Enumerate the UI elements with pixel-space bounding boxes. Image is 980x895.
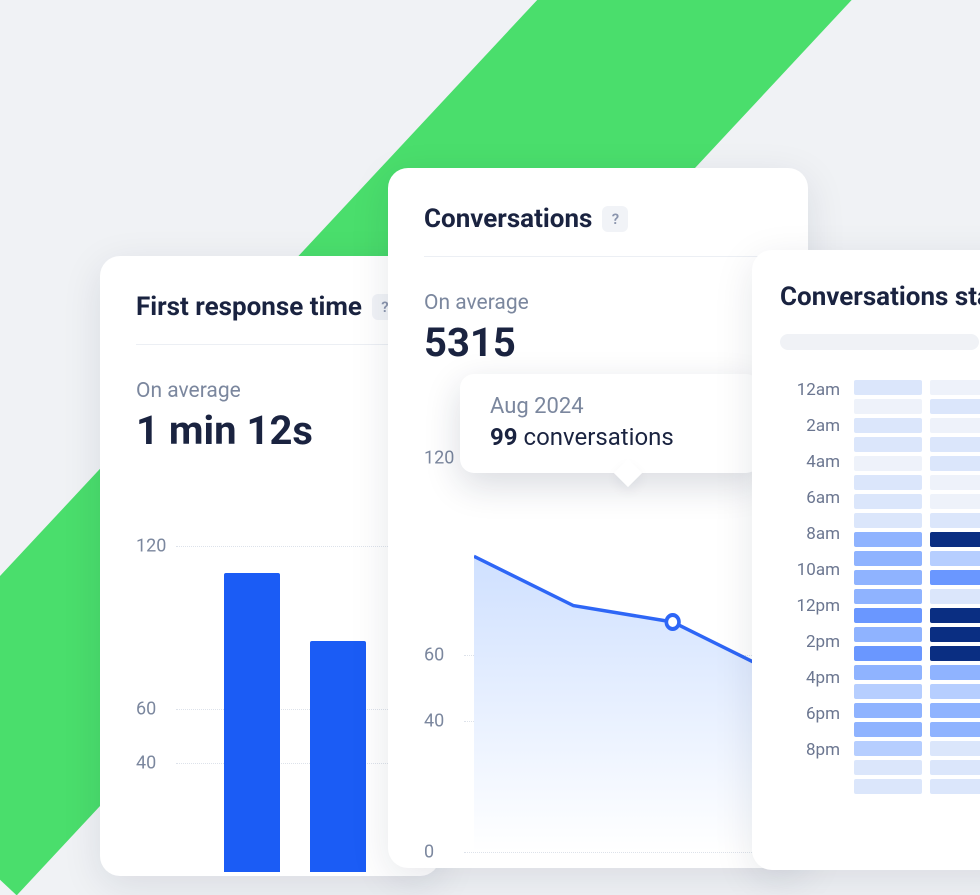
heatmap-cell[interactable] [854,513,922,528]
heatmap-cell[interactable] [930,589,980,604]
heatmap-cell[interactable] [930,532,980,547]
heatmap-time-label: 2am [806,416,840,436]
heatmap-cell[interactable] [930,437,980,452]
heatmap-cell[interactable] [854,608,922,623]
heatmap-cell[interactable] [854,741,922,756]
bars [176,492,404,872]
heatmap-cell[interactable] [854,570,922,585]
heatmap-cell[interactable] [854,437,922,452]
heatmap-time-label: 4am [806,452,840,472]
title-text: Conversations sta [780,282,980,312]
card-title: Conversations ? [424,204,772,234]
heatmap-cell[interactable] [854,646,922,661]
heatmap-cell[interactable] [854,589,922,604]
heatmap-cell[interactable] [854,475,922,490]
heatmap-cell[interactable] [854,722,922,737]
heatmap-column [854,380,922,794]
heatmap-cell[interactable] [930,494,980,509]
card-title: Conversations sta [780,282,980,312]
heatmap-time-label: 8pm [806,740,840,760]
heatmap-cell[interactable] [930,551,980,566]
heatmap-cell[interactable] [930,760,980,775]
heatmap-cell[interactable] [930,627,980,642]
heatmap-time-label: 6pm [806,704,840,724]
y-tick: 40 [136,753,156,774]
heatmap-cell[interactable] [930,570,980,585]
heatmap-time-label: 4pm [806,668,840,688]
gridline [464,852,772,853]
bar[interactable] [224,573,280,872]
title-text: Conversations [424,204,592,234]
bar[interactable] [310,641,366,872]
heatmap-cell[interactable] [854,703,922,718]
heatmap-cell[interactable] [930,741,980,756]
heatmap-cell[interactable] [854,399,922,414]
heatmap-cell[interactable] [930,456,980,471]
avg-value: 1 min 12s [136,407,404,454]
y-tick: 40 [424,710,444,731]
heatmap-cell[interactable] [854,380,922,395]
heatmap-cell[interactable] [930,684,980,699]
heatmap-y-labels: 12am 2am 4am 6am 8am 10am 12pm 2pm 4pm 6pm 8pm [780,380,840,794]
y-tick: 120 [136,536,166,557]
skeleton-line [780,334,979,350]
heatmap-cell[interactable] [854,494,922,509]
card-conversations: Conversations ? On average 5315 Aug 2024… [388,168,808,868]
avg-label: On average [136,379,404,403]
heatmap-cell[interactable] [930,665,980,680]
heatmap-cell[interactable] [854,532,922,547]
heatmap-cell[interactable] [930,475,980,490]
heatmap-cell[interactable] [930,399,980,414]
heatmap-cell[interactable] [930,513,980,528]
heatmap: 12am 2am 4am 6am 8am 10am 12pm 2pm 4pm 6pm 8pm [780,380,980,794]
heatmap-time-label: 8am [806,524,840,544]
heatmap-time-label: 10am [797,560,840,580]
heatmap-cell[interactable] [930,779,980,794]
tooltip-unit: conversations [524,423,674,451]
heatmap-cell[interactable] [930,608,980,623]
heatmap-cell[interactable] [854,779,922,794]
heatmap-cell[interactable] [854,760,922,775]
y-tick: 60 [424,644,444,665]
heatmap-time-label: 6am [806,488,840,508]
tooltip-count: 99 [490,423,518,451]
card-conversations-stats: Conversations sta 12am2am4am6am8am10am12… [752,250,980,870]
avg-value: 5315 [424,319,772,366]
heatmap-cell[interactable] [930,646,980,661]
heatmap-cell[interactable] [930,703,980,718]
divider [424,256,772,257]
heatmap-time-label: 2pm [806,632,840,652]
heatmap-cell[interactable] [854,627,922,642]
heatmap-cell[interactable] [930,722,980,737]
card-title: First response time ? [136,292,404,322]
avg-label: On average [424,291,772,315]
y-tick: 0 [424,842,434,863]
heatmap-cell[interactable] [854,665,922,680]
heatmap-cell[interactable] [854,456,922,471]
heatmap-column [930,380,980,794]
y-tick: 120 [424,447,454,468]
heatmap-cell[interactable] [930,418,980,433]
heatmap-cell[interactable] [930,380,980,395]
bar-chart: 120 60 40 [136,492,404,872]
tooltip-date: Aug 2024 [490,394,730,419]
heatmap-cell[interactable] [854,418,922,433]
heatmap-time-label: 12am [797,380,840,400]
help-icon[interactable]: ? [602,206,628,232]
heatmap-cell[interactable] [854,684,922,699]
heatmap-cell[interactable] [854,551,922,566]
tooltip-value: 99 conversations [490,423,730,451]
y-tick: 60 [136,699,156,720]
chart-tooltip: Aug 2024 99 conversations [460,374,760,473]
title-text: First response time [136,292,362,322]
line-chart: Aug 2024 99 conversations 12060400 [424,392,772,852]
heatmap-time-label: 12pm [796,596,840,616]
divider [136,344,404,345]
heatmap-grid [854,380,980,794]
